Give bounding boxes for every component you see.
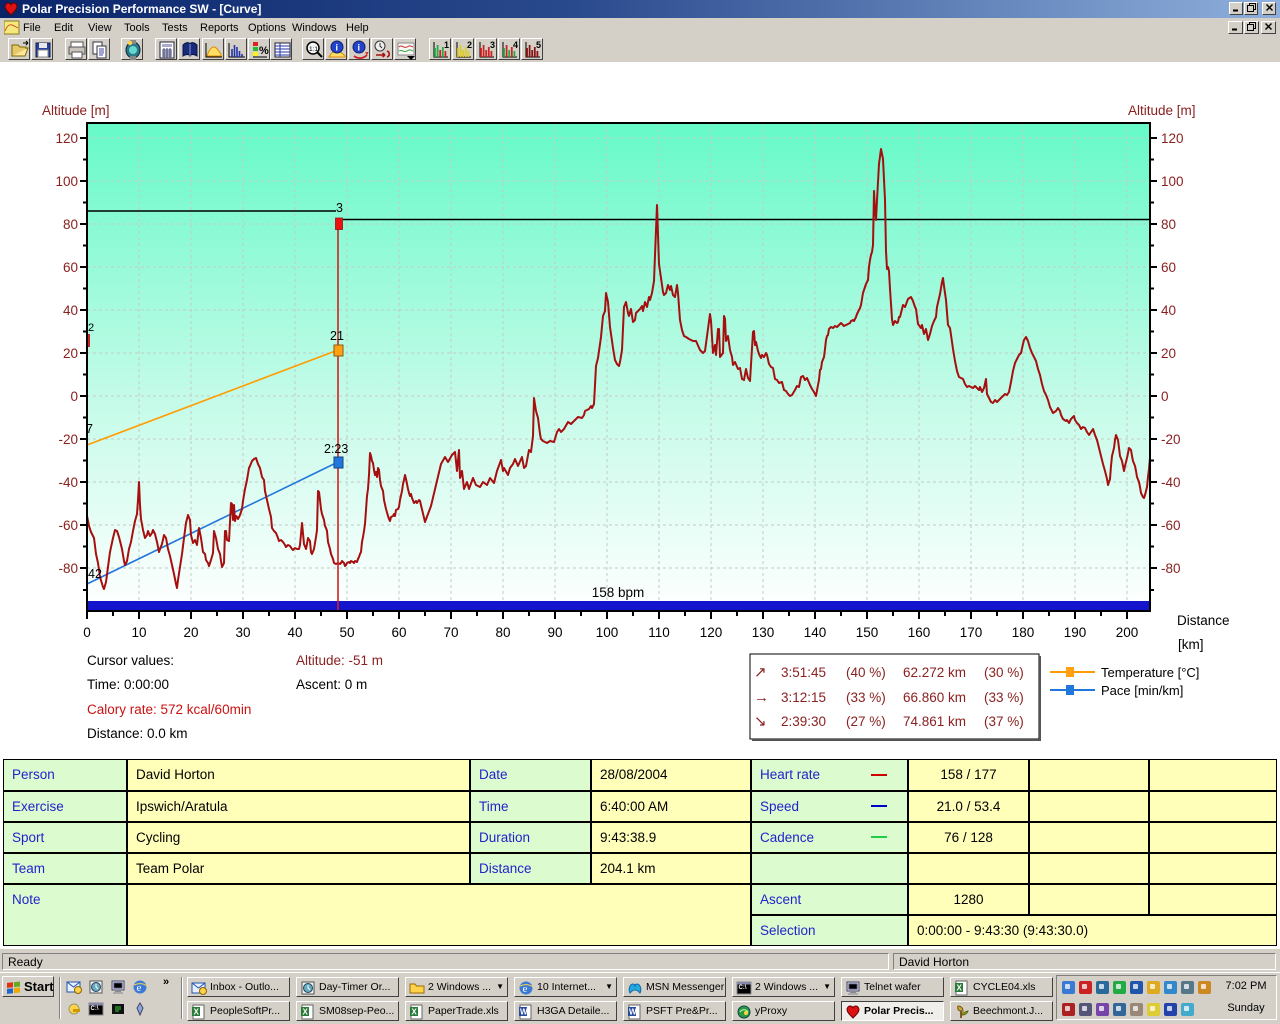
svg-text:60: 60 (391, 625, 406, 640)
svg-text:158 bpm: 158 bpm (592, 585, 645, 600)
svg-text:0: 0 (83, 625, 91, 640)
svg-text:(27 %): (27 %) (846, 714, 886, 729)
svg-text:50: 50 (339, 625, 354, 640)
svg-text:Altitude: -51 m: Altitude: -51 m (296, 653, 383, 668)
svg-text:C:\: C:\ (91, 1006, 99, 1012)
svg-text:Altitude [m]: Altitude [m] (42, 103, 110, 118)
svg-text:1: 1 (444, 40, 449, 50)
svg-text:60: 60 (1161, 260, 1176, 275)
svg-text:74.861 km: 74.861 km (903, 714, 966, 729)
svg-text:Time: 0:00:00: Time: 0:00:00 (87, 677, 169, 692)
svg-text:Distance: Distance (1177, 613, 1230, 628)
svg-text:-40: -40 (58, 475, 78, 490)
svg-text:→: → (754, 689, 769, 706)
svg-text:-60: -60 (58, 518, 78, 533)
svg-text:40: 40 (63, 303, 78, 318)
svg-text:60: 60 (63, 260, 78, 275)
svg-text:100: 100 (596, 625, 619, 640)
svg-text:X: X (194, 1008, 200, 1017)
svg-text:2:23: 2:23 (324, 442, 348, 456)
svg-text:90: 90 (547, 625, 562, 640)
svg-text:3:12:15: 3:12:15 (781, 690, 826, 705)
svg-text:%: % (259, 45, 269, 57)
svg-text:↗: ↗ (754, 664, 767, 681)
svg-text:80: 80 (1161, 217, 1176, 232)
svg-text:20: 20 (1161, 346, 1176, 361)
svg-text:X: X (303, 1008, 309, 1017)
svg-text:Ascent: 0 m: Ascent: 0 m (296, 677, 367, 692)
svg-text:i: i (358, 43, 361, 53)
svg-text:30: 30 (235, 625, 250, 640)
svg-text:20: 20 (63, 346, 78, 361)
svg-text:5: 5 (536, 40, 541, 50)
svg-text:80: 80 (63, 217, 78, 232)
svg-text:160: 160 (908, 625, 931, 640)
svg-text:120: 120 (700, 625, 723, 640)
svg-text:X: X (957, 984, 963, 993)
svg-text:130: 130 (752, 625, 775, 640)
svg-text:40: 40 (1161, 303, 1176, 318)
svg-text:100: 100 (1161, 174, 1184, 189)
svg-text:1:1: 1:1 (309, 46, 318, 53)
svg-text:↘: ↘ (754, 713, 767, 730)
svg-text:(40 %): (40 %) (846, 665, 886, 680)
svg-text:40: 40 (287, 625, 302, 640)
svg-text:(37 %): (37 %) (984, 714, 1024, 729)
svg-text:0: 0 (70, 389, 78, 404)
svg-text:Distance: 0.0 km: Distance: 0.0 km (87, 726, 188, 741)
svg-text:(33 %): (33 %) (846, 690, 886, 705)
svg-text:7: 7 (86, 422, 93, 436)
svg-text:80: 80 (495, 625, 510, 640)
svg-text:110: 110 (648, 625, 670, 640)
svg-text:4: 4 (513, 40, 518, 50)
svg-text:0: 0 (1161, 389, 1169, 404)
svg-text:C:\: C:\ (739, 985, 747, 991)
svg-text:-20: -20 (1161, 432, 1181, 447)
svg-text:X: X (412, 1008, 418, 1017)
svg-text:Temperature [°C]: Temperature [°C] (1101, 665, 1199, 680)
svg-text:10: 10 (131, 625, 146, 640)
svg-text:-20: -20 (58, 432, 78, 447)
svg-text:2:39:30: 2:39:30 (781, 714, 826, 729)
svg-text:190: 190 (1064, 625, 1087, 640)
svg-text:21: 21 (330, 329, 344, 343)
svg-text:-80: -80 (58, 561, 78, 576)
svg-text:Calory rate: 572 kcal/60min: Calory rate: 572 kcal/60min (87, 702, 251, 717)
svg-text:200: 200 (1116, 625, 1139, 640)
svg-text:100: 100 (55, 174, 78, 189)
svg-text:W: W (520, 1008, 528, 1017)
svg-text:Cursor values:: Cursor values: (87, 653, 174, 668)
svg-text:42: 42 (88, 567, 102, 581)
svg-text:Altitude [m]: Altitude [m] (1128, 103, 1196, 118)
svg-text:170: 170 (960, 625, 983, 640)
svg-text:66.860 km: 66.860 km (903, 690, 966, 705)
svg-text:3: 3 (336, 201, 343, 215)
svg-text:-40: -40 (1161, 475, 1181, 490)
svg-text:3: 3 (490, 40, 495, 50)
svg-text:20: 20 (183, 625, 198, 640)
svg-text:W: W (629, 1008, 637, 1017)
svg-text:-80: -80 (1161, 561, 1181, 576)
svg-text:180: 180 (1012, 625, 1035, 640)
svg-text:62.272 km: 62.272 km (903, 665, 966, 680)
svg-text:2: 2 (467, 40, 472, 50)
svg-text:3:51:45: 3:51:45 (781, 665, 826, 680)
svg-text:140: 140 (804, 625, 827, 640)
svg-text:120: 120 (55, 131, 78, 146)
svg-text:(33 %): (33 %) (984, 690, 1024, 705)
svg-text:(30 %): (30 %) (984, 665, 1024, 680)
svg-text:150: 150 (856, 625, 879, 640)
svg-text:120: 120 (1161, 131, 1184, 146)
svg-text:i: i (336, 43, 339, 53)
svg-text:-60: -60 (1161, 518, 1181, 533)
svg-text:2: 2 (88, 322, 94, 334)
svg-text:70: 70 (443, 625, 458, 640)
svg-text:Pace [min/km]: Pace [min/km] (1101, 683, 1183, 698)
svg-text:[km]: [km] (1178, 637, 1204, 652)
